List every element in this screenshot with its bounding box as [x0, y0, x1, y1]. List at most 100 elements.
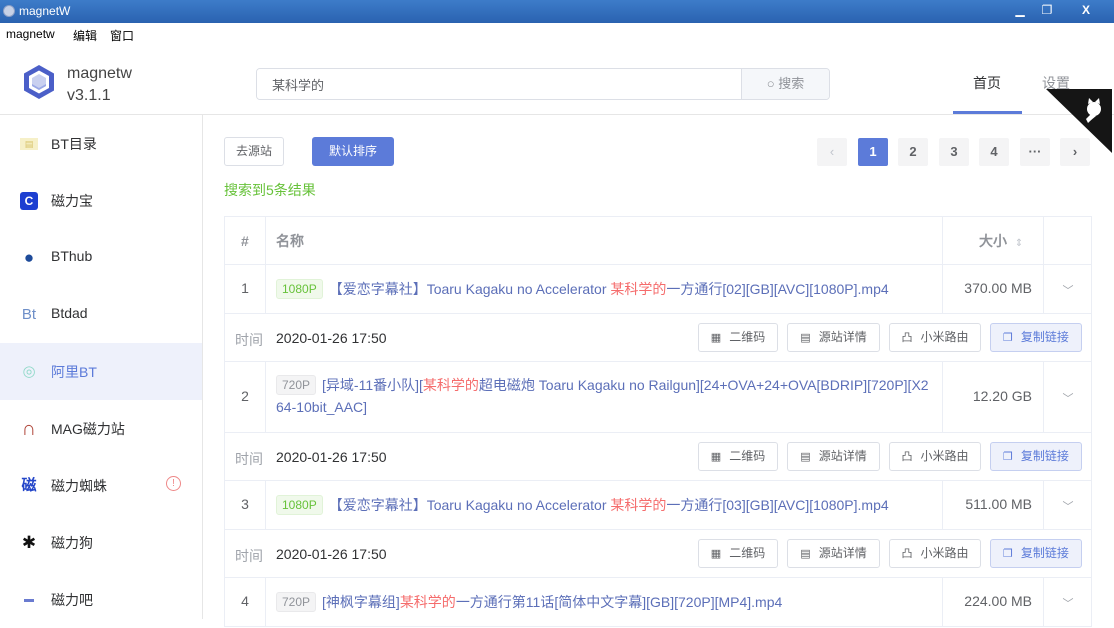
- expand-chevron-icon[interactable]: ﹀: [1043, 498, 1093, 514]
- ci-logo-icon: 磁: [21, 477, 37, 494]
- name-highlight: 某科学的: [399, 594, 456, 610]
- bt-logo-icon: Bt: [21, 306, 37, 323]
- row-detail: 时间 2020-01-26 17:50 ▦ 二维码 ▤ 源站详情 凸小米路由 ❐ 复制…: [225, 433, 1091, 481]
- search-input[interactable]: [257, 69, 741, 99]
- button-label: 复制链接: [1020, 330, 1069, 344]
- table-row[interactable]: 1 1080P 【爱恋字幕社】Toaru Kagaku no Accelerato…: [225, 265, 1091, 314]
- go-source-button[interactable]: 去源站: [224, 137, 284, 166]
- copy-icon: ❐: [1003, 451, 1013, 463]
- sidebar-item-alibt[interactable]: ◎ 阿里BT: [0, 343, 202, 400]
- row-detail: 时间 2020-01-26 17:50 ▦ 二维码 ▤ 源站详情 凸小米路由 ❐ 复制…: [225, 530, 1091, 578]
- table-row[interactable]: 3 1080P 【爱恋字幕社】Toaru Kagaku no Accelerato…: [225, 481, 1091, 530]
- table-row[interactable]: 2 720P [异域-11番小队][某科学的超电磁炮 Toaru Kagaku n…: [225, 362, 1091, 433]
- sidebar-item-label: 阿里BT: [51, 364, 97, 380]
- column-name: 名称: [276, 233, 304, 249]
- button-label: 复制链接: [1020, 546, 1069, 560]
- sort-icon[interactable]: ⇕: [1015, 238, 1023, 249]
- time-label: 时间: [235, 332, 263, 348]
- row-size: 12.20 GB: [972, 388, 1032, 404]
- search-button[interactable]: ○ 搜索: [741, 69, 829, 99]
- xiaomi-router-button[interactable]: 凸小米路由: [889, 323, 981, 352]
- row-size: 224.00 MB: [964, 593, 1032, 609]
- button-label: 二维码: [729, 449, 766, 463]
- quality-tag: 720P: [276, 592, 317, 612]
- column-size[interactable]: 大小 ⇕: [979, 217, 1023, 265]
- source-detail-button[interactable]: ▤ 源站详情: [787, 539, 880, 568]
- xiaomi-router-button[interactable]: 凸小米路由: [889, 442, 981, 471]
- name-highlight: 某科学的: [422, 377, 479, 393]
- book-icon: ▤: [20, 138, 38, 150]
- time-value: 2020-01-26 17:50: [276, 449, 387, 465]
- main-content: 去源站 默认排序 搜索到5条结果 ‹ 1 2 3 4 ··· › # 名称 大小…: [204, 116, 1114, 627]
- router-icon: 凸: [901, 332, 913, 344]
- qrcode-button[interactable]: ▦ 二维码: [698, 539, 778, 568]
- default-sort-button[interactable]: 默认排序: [312, 137, 394, 166]
- row-name[interactable]: 720P [异域-11番小队][某科学的超电磁炮 Toaru Kagaku no …: [276, 374, 936, 418]
- globe-icon: ●: [23, 248, 35, 267]
- magnet-icon: ∩: [21, 418, 37, 440]
- restore-icon[interactable]: ❐: [1034, 1, 1060, 21]
- row-name[interactable]: 1080P 【爱恋字幕社】Toaru Kagaku no Accelerator …: [276, 494, 936, 516]
- close-icon[interactable]: X: [1062, 1, 1110, 21]
- button-label: 源站详情: [818, 330, 867, 344]
- nav-tab-home[interactable]: 首页: [973, 73, 1001, 93]
- sidebar: ▤ BT目录 C 磁力宝 ● BThub Bt Btdad ◎ 阿里BT ∩ M…: [0, 115, 203, 619]
- button-label: 二维码: [729, 546, 766, 560]
- sidebar-item-cilibao[interactable]: C 磁力宝: [0, 172, 202, 229]
- alarm-icon: ◎: [22, 363, 36, 380]
- button-label: 源站详情: [818, 449, 867, 463]
- menu-edit[interactable]: 编辑: [73, 27, 97, 44]
- button-label: 小米路由: [920, 330, 969, 344]
- copy-link-button[interactable]: ❐ 复制链接: [990, 539, 1082, 568]
- document-icon: ▤: [800, 548, 811, 560]
- copy-link-button[interactable]: ❐ 复制链接: [990, 323, 1082, 352]
- row-name[interactable]: 1080P 【爱恋字幕社】Toaru Kagaku no Accelerator …: [276, 278, 936, 300]
- sidebar-item-ciliba[interactable]: ▬ 磁力吧: [0, 571, 202, 628]
- xiaomi-router-button[interactable]: 凸小米路由: [889, 539, 981, 568]
- sidebar-item-cilizhizhu[interactable]: 磁 磁力蜘蛛 !: [0, 457, 202, 514]
- table-row[interactable]: 4 720P [神枫字幕组]某科学的一方通行第11话[简体中文字幕][GB][72…: [225, 578, 1091, 627]
- time-label: 时间: [235, 548, 263, 564]
- expand-chevron-icon[interactable]: ﹀: [1043, 282, 1093, 298]
- menu-window[interactable]: 窗口: [110, 27, 134, 44]
- app-header: magnetw v3.1.1 ○ 搜索 首页 设置: [0, 45, 1114, 153]
- next-page-button[interactable]: ›: [1060, 138, 1090, 166]
- dog-icon: ✱: [21, 533, 37, 552]
- sidebar-item-btdad[interactable]: Bt Btdad: [0, 286, 202, 343]
- page-4-button[interactable]: 4: [979, 138, 1009, 166]
- c-logo-icon: C: [20, 192, 38, 210]
- row-name[interactable]: 720P [神枫字幕组]某科学的一方通行第11话[简体中文字幕][GB][720P…: [276, 591, 936, 613]
- source-detail-button[interactable]: ▤ 源站详情: [787, 323, 880, 352]
- name-text: 【爱恋字幕社】Toaru Kagaku no Accelerator: [328, 497, 611, 513]
- sidebar-item-label: Btdad: [51, 305, 88, 321]
- minimize-icon[interactable]: ▁: [1006, 1, 1034, 21]
- expand-chevron-icon[interactable]: ﹀: [1043, 390, 1093, 406]
- prev-page-button[interactable]: ‹: [817, 138, 847, 166]
- name-text: 一方通行[02][GB][AVC][1080P].mp4: [666, 281, 889, 297]
- copy-icon: ❐: [1003, 548, 1013, 560]
- more-pages-button[interactable]: ···: [1020, 138, 1050, 166]
- qrcode-button[interactable]: ▦ 二维码: [698, 323, 778, 352]
- search-box: ○ 搜索: [256, 68, 830, 100]
- sidebar-item-label: 磁力蜘蛛: [51, 478, 107, 494]
- copy-link-button[interactable]: ❐ 复制链接: [990, 442, 1082, 471]
- menu-magnetw[interactable]: magnetw: [6, 27, 55, 41]
- sidebar-item-mag[interactable]: ∩ MAG磁力站: [0, 400, 202, 457]
- page-2-button[interactable]: 2: [898, 138, 928, 166]
- qrcode-button[interactable]: ▦ 二维码: [698, 442, 778, 471]
- page-3-button[interactable]: 3: [939, 138, 969, 166]
- active-tab-indicator: [953, 111, 1022, 114]
- row-index: 1: [241, 280, 249, 296]
- sidebar-item-ciligou[interactable]: ✱ 磁力狗: [0, 514, 202, 571]
- sidebar-item-bt-directory[interactable]: ▤ BT目录: [0, 115, 202, 172]
- column-size-label: 大小: [979, 233, 1007, 249]
- page-1-button[interactable]: 1: [858, 138, 888, 166]
- window-title: magnetW: [19, 4, 71, 18]
- sidebar-item-bthub[interactable]: ● BThub: [0, 229, 202, 286]
- quality-tag: 1080P: [276, 279, 323, 299]
- expand-chevron-icon[interactable]: ﹀: [1043, 595, 1093, 611]
- source-detail-button[interactable]: ▤ 源站详情: [787, 442, 880, 471]
- button-label: 复制链接: [1020, 449, 1069, 463]
- search-button-label: 搜索: [778, 76, 805, 91]
- time-label: 时间: [235, 451, 263, 467]
